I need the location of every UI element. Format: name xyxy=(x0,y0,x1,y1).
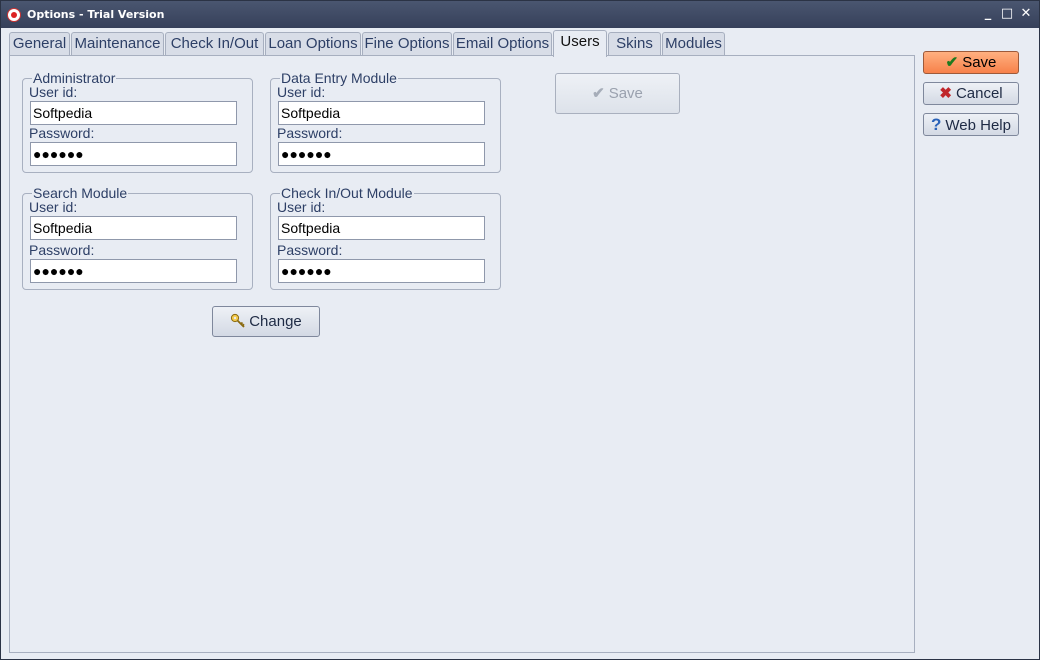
check-icon: ✔ xyxy=(592,85,605,102)
tab-email-options[interactable]: Email Options xyxy=(453,32,552,56)
search-userid-input[interactable] xyxy=(30,216,237,240)
save-button[interactable]: ✔ Save xyxy=(923,51,1019,74)
tab-loan-options[interactable]: Loan Options xyxy=(265,32,361,56)
admin-userid-input[interactable] xyxy=(30,101,237,125)
web-help-label: Web Help xyxy=(945,117,1011,134)
password-label: Password: xyxy=(29,125,95,141)
userid-label: User id: xyxy=(277,84,326,100)
panel-save-button[interactable]: ✔ Save xyxy=(555,73,680,114)
data-entry-group: Data Entry Module User id: Password: xyxy=(270,70,501,173)
userid-label: User id: xyxy=(29,199,78,215)
tab-fine-options[interactable]: Fine Options xyxy=(362,32,452,56)
check-icon: ✔ xyxy=(945,54,959,71)
cancel-label: Cancel xyxy=(955,85,1003,102)
change-label: Change xyxy=(249,313,302,330)
admin-password-input[interactable] xyxy=(30,142,237,166)
search-module-group: Search Module User id: Password: xyxy=(22,185,253,290)
tab-skins[interactable]: Skins xyxy=(608,32,661,56)
checkinout-userid-input[interactable] xyxy=(278,216,485,240)
key-icon xyxy=(231,313,245,328)
cancel-button[interactable]: ✖ Cancel xyxy=(923,82,1019,105)
checkinout-password-input[interactable] xyxy=(278,259,485,283)
title-bar: Options - Trial Version _ □ ✕ xyxy=(1,1,1039,28)
checkinout-module-group: Check In/Out Module User id: Password: xyxy=(270,185,501,290)
close-button[interactable]: ✕ xyxy=(1017,5,1035,23)
userid-label: User id: xyxy=(277,199,326,215)
password-label: Password: xyxy=(277,242,343,258)
data-entry-password-input[interactable] xyxy=(278,142,485,166)
tab-users[interactable]: Users xyxy=(553,30,607,57)
options-window: Options - Trial Version _ □ ✕ General Ma… xyxy=(0,0,1040,660)
window-title: Options - Trial Version xyxy=(27,8,165,21)
app-icon xyxy=(7,8,21,22)
password-label: Password: xyxy=(29,242,95,258)
tab-general[interactable]: General xyxy=(9,32,70,56)
tab-modules[interactable]: Modules xyxy=(662,32,725,56)
tab-maintenance[interactable]: Maintenance xyxy=(71,32,164,56)
maximize-button[interactable]: □ xyxy=(998,5,1016,23)
search-password-input[interactable] xyxy=(30,259,237,283)
minimize-button[interactable]: _ xyxy=(979,5,997,23)
change-button[interactable]: Change xyxy=(212,306,320,337)
cross-icon: ✖ xyxy=(939,85,952,102)
web-help-button[interactable]: ? Web Help xyxy=(923,113,1019,136)
question-icon: ? xyxy=(931,115,942,134)
panel-save-label: Save xyxy=(608,85,643,102)
tab-check-in-out[interactable]: Check In/Out xyxy=(165,32,264,56)
userid-label: User id: xyxy=(29,84,78,100)
administrator-group: Administrator User id: Password: xyxy=(22,70,253,173)
users-panel: Administrator User id: Password: Data En… xyxy=(9,55,915,653)
save-label: Save xyxy=(962,54,997,71)
data-entry-userid-input[interactable] xyxy=(278,101,485,125)
password-label: Password: xyxy=(277,125,343,141)
